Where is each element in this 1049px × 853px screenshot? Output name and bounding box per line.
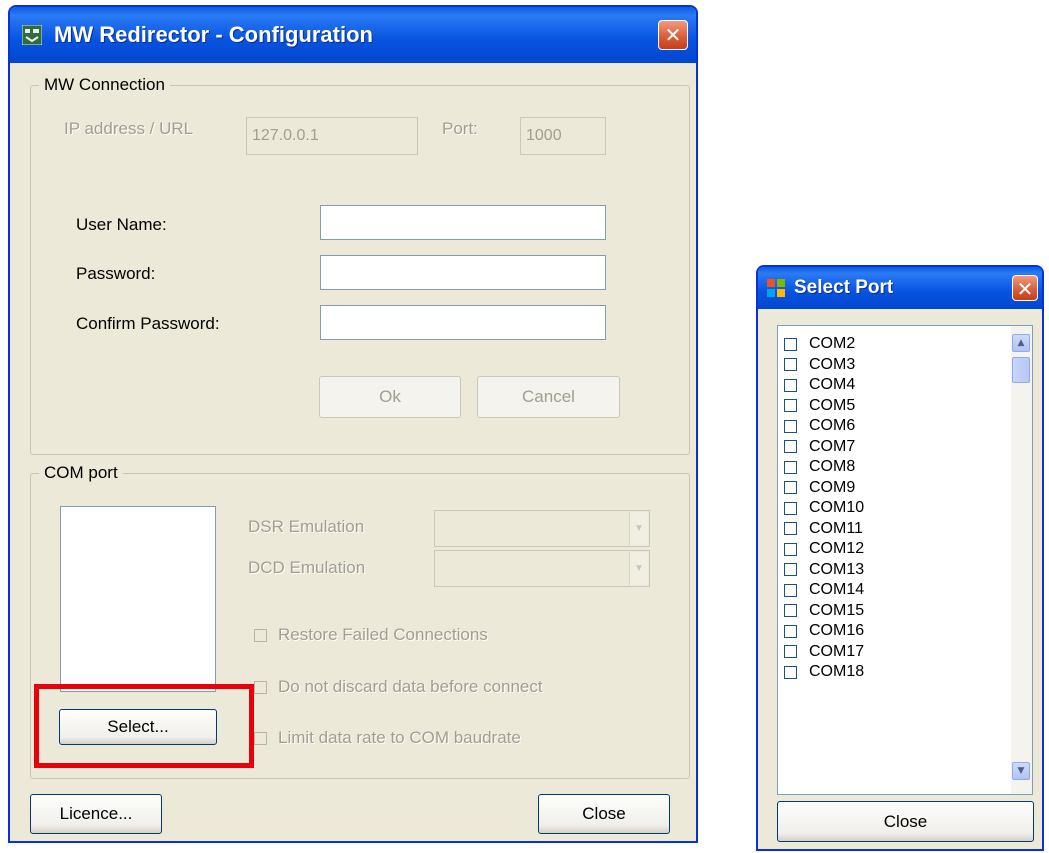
port-label: COM11 [809, 519, 863, 537]
port-label: COM2 [809, 335, 856, 353]
port-items: COM2 COM3 COM4 COM5 COM6 COM7 COM8 COM9 COM10 COM… [778, 334, 1000, 683]
select-port-close-button[interactable]: Close [777, 801, 1034, 842]
port-checkbox[interactable] [784, 378, 797, 392]
port-list-item[interactable]: COM14 [778, 580, 1000, 601]
do-not-discard-label: Do not discard data before connect [278, 677, 543, 696]
user-name-input[interactable] [320, 205, 606, 240]
port-checkbox[interactable] [784, 583, 797, 597]
port-list[interactable]: COM2 COM3 COM4 COM5 COM6 COM7 COM8 COM9 COM10 COM… [777, 325, 1033, 795]
restore-failed-connections-checkbox[interactable] [254, 629, 267, 642]
main-window: MW Redirector - Configuration ✕ MW Conne… [8, 5, 698, 843]
port-label: COM10 [809, 499, 865, 517]
port-list-item[interactable]: COM12 [778, 539, 1000, 560]
password-label: Password: [76, 264, 156, 283]
confirm-password-input[interactable] [320, 305, 606, 340]
port-list-scrollbar[interactable]: ▲ ▼ [1011, 326, 1032, 794]
port-label: COM14 [809, 581, 865, 599]
select-port-close-icon[interactable]: ✕ [1012, 275, 1038, 301]
dcd-emulation-select[interactable]: ▼ [434, 550, 650, 587]
port-checkbox[interactable] [784, 481, 797, 495]
do-not-discard-checkbox[interactable] [254, 681, 267, 694]
port-list-item[interactable]: COM7 [778, 437, 1000, 458]
port-label: COM16 [809, 622, 865, 640]
port-list-item[interactable]: COM18 [778, 662, 1000, 683]
port-label: COM12 [809, 540, 865, 558]
port-checkbox[interactable] [784, 337, 797, 351]
confirm-password-label: Confirm Password: [76, 314, 220, 333]
port-checkbox[interactable] [784, 522, 797, 536]
port-label: COM15 [809, 601, 865, 619]
select-port-title: Select Port [794, 277, 894, 298]
port-label: COM13 [809, 560, 865, 578]
port-checkbox[interactable] [784, 358, 797, 372]
port-label: COM3 [809, 355, 856, 373]
port-checkbox[interactable] [784, 440, 797, 454]
com-port-list[interactable] [60, 506, 216, 692]
scroll-down-arrow-icon[interactable]: ▼ [1012, 762, 1030, 780]
port-list-item[interactable]: COM8 [778, 457, 1000, 478]
scrollbar-thumb[interactable] [1012, 357, 1030, 383]
select-button-highlight [34, 684, 254, 768]
port-checkbox[interactable] [784, 624, 797, 638]
port-list-item[interactable]: COM11 [778, 519, 1000, 540]
port-list-item[interactable]: COM9 [778, 478, 1000, 499]
com-port-group-label: COM port [39, 463, 123, 483]
port-checkbox[interactable] [784, 645, 797, 659]
port-checkbox[interactable] [784, 604, 797, 618]
dsr-emulation-label: DSR Emulation [248, 517, 365, 536]
main-window-title: MW Redirector - Configuration [54, 22, 373, 47]
port-label: COM8 [809, 458, 856, 476]
cancel-button[interactable]: Cancel [477, 376, 620, 418]
chevron-down-icon: ▼ [629, 552, 648, 585]
port-list-item[interactable]: COM5 [778, 396, 1000, 417]
main-title-bar[interactable]: MW Redirector - Configuration ✕ [10, 7, 696, 63]
port-list-item[interactable]: COM13 [778, 560, 1000, 581]
port-input[interactable] [520, 117, 606, 155]
port-list-item[interactable]: COM6 [778, 416, 1000, 437]
port-label: COM17 [809, 642, 865, 660]
port-list-item[interactable]: COM2 [778, 334, 1000, 355]
select-port-window: Select Port ✕ COM2 COM3 COM4 COM5 COM6 COM7 CO… [756, 265, 1044, 851]
port-checkbox[interactable] [784, 542, 797, 556]
port-list-item[interactable]: COM15 [778, 601, 1000, 622]
main-close-icon[interactable]: ✕ [658, 20, 688, 50]
port-label: COM18 [809, 663, 865, 681]
port-list-item[interactable]: COM17 [778, 642, 1000, 663]
port-label: COM5 [809, 396, 856, 414]
windows-app-icon [767, 279, 785, 297]
redirector-app-icon [22, 25, 42, 45]
port-list-item[interactable]: COM3 [778, 355, 1000, 376]
ip-address-input[interactable] [246, 117, 418, 155]
port-list-item[interactable]: COM4 [778, 375, 1000, 396]
port-checkbox[interactable] [784, 399, 797, 413]
port-checkbox[interactable] [784, 665, 797, 679]
restore-failed-connections-label: Restore Failed Connections [278, 625, 488, 644]
select-port-title-bar[interactable]: Select Port ✕ [758, 267, 1042, 309]
ip-address-label: IP address / URL [64, 119, 194, 138]
port-checkbox[interactable] [784, 501, 797, 515]
port-label: COM6 [809, 417, 856, 435]
port-label: Port: [442, 119, 478, 138]
limit-data-rate-label: Limit data rate to COM baudrate [278, 728, 521, 747]
limit-data-rate-checkbox[interactable] [254, 732, 267, 745]
scroll-up-arrow-icon[interactable]: ▲ [1012, 334, 1030, 352]
port-label: COM9 [809, 478, 856, 496]
port-checkbox[interactable] [784, 563, 797, 577]
close-button[interactable]: Close [538, 794, 670, 834]
mw-connection-group-label: MW Connection [39, 75, 170, 95]
port-list-item[interactable]: COM16 [778, 621, 1000, 642]
password-input[interactable] [320, 255, 606, 290]
licence-button[interactable]: Licence... [30, 794, 162, 834]
port-checkbox[interactable] [784, 460, 797, 474]
ok-button[interactable]: Ok [319, 376, 461, 418]
user-name-label: User Name: [76, 215, 167, 234]
port-label: COM7 [809, 437, 856, 455]
chevron-down-icon: ▼ [629, 512, 648, 545]
dsr-emulation-select[interactable]: ▼ [434, 510, 650, 547]
dcd-emulation-label: DCD Emulation [248, 558, 366, 577]
port-label: COM4 [809, 376, 856, 394]
port-list-item[interactable]: COM10 [778, 498, 1000, 519]
port-checkbox[interactable] [784, 419, 797, 433]
